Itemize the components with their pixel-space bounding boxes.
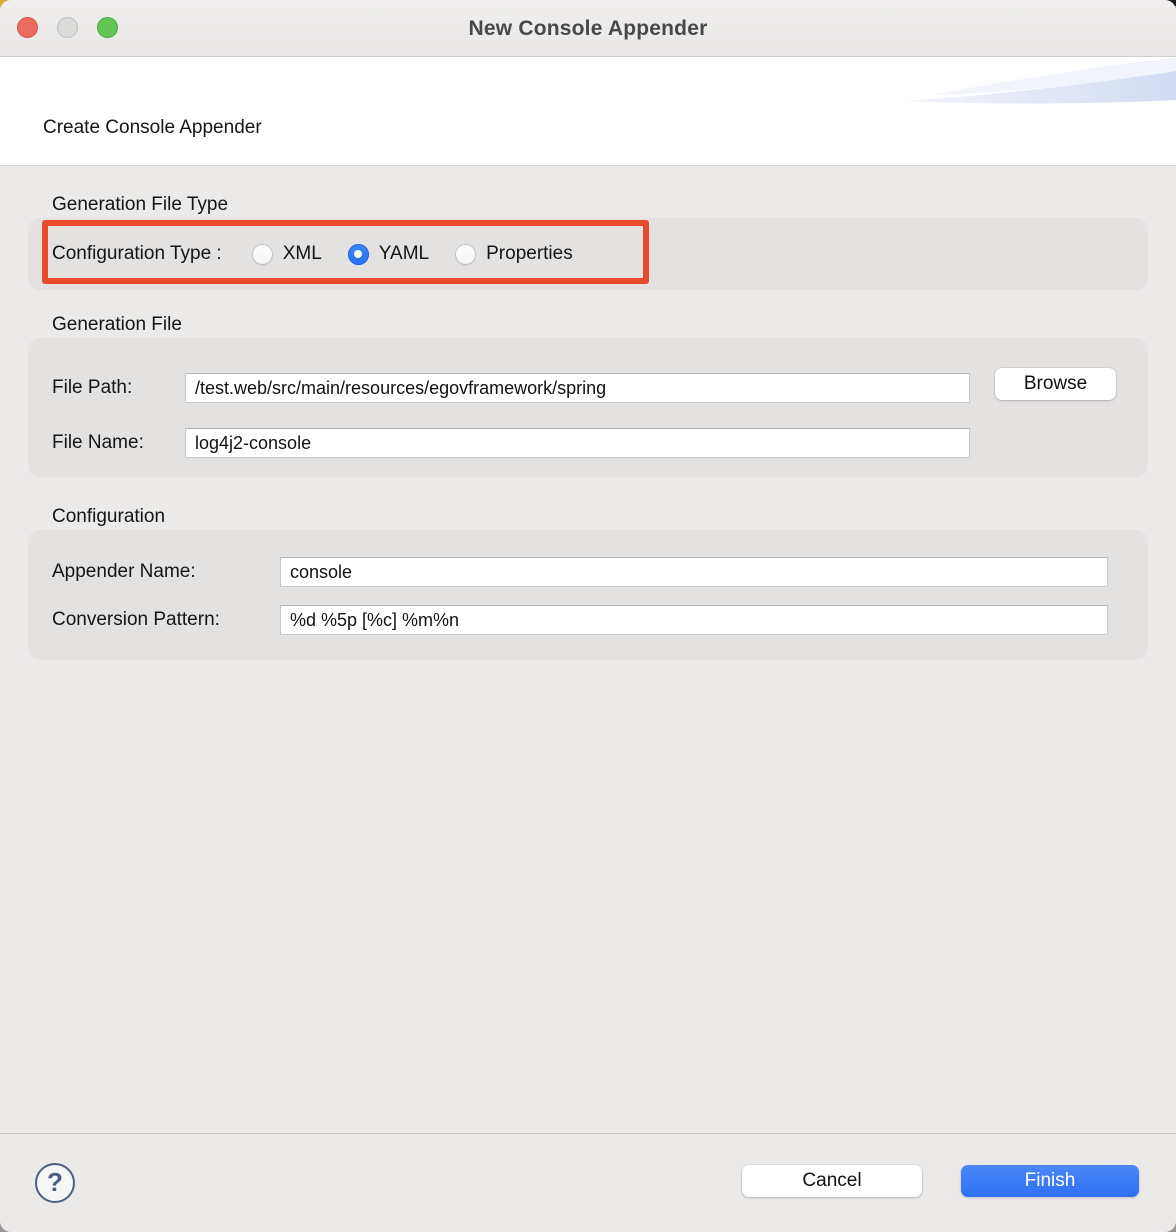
dialog-content: Generation File Type Configuration Type … [0, 166, 1176, 1133]
radio-option-xml[interactable]: XML [252, 243, 322, 265]
file-path-input[interactable] [185, 373, 970, 403]
generation-file-group: File Path: Browse File Name: [28, 338, 1148, 477]
configuration-type-label: Configuration Type : [52, 243, 222, 265]
question-mark-icon: ? [47, 1169, 63, 1195]
file-name-label: File Name: [52, 432, 144, 454]
xml-radio-label: XML [283, 243, 322, 265]
properties-radio-button[interactable] [455, 244, 476, 265]
xml-radio-button[interactable] [252, 244, 273, 265]
yaml-radio-label: YAML [379, 243, 429, 265]
section-heading-configuration: Configuration [52, 506, 165, 528]
banner-swoosh-decoration [876, 57, 1176, 165]
appender-name-label: Appender Name: [52, 561, 196, 583]
file-name-input[interactable] [185, 428, 970, 458]
finish-button[interactable]: Finish [961, 1165, 1139, 1197]
appender-name-input[interactable] [280, 557, 1108, 587]
dialog-button-bar: ? Cancel Finish [0, 1133, 1176, 1232]
titlebar: New Console Appender [0, 0, 1176, 57]
conversion-pattern-label: Conversion Pattern: [52, 609, 220, 631]
section-heading-file-type: Generation File Type [52, 194, 228, 216]
section-heading-generation-file: Generation File [52, 314, 182, 336]
window-title: New Console Appender [0, 0, 1176, 57]
radio-option-properties[interactable]: Properties [455, 243, 573, 265]
cancel-button[interactable]: Cancel [742, 1165, 922, 1197]
configuration-group: Appender Name: Conversion Pattern: [28, 530, 1148, 660]
browse-button[interactable]: Browse [995, 368, 1116, 400]
file-path-label: File Path: [52, 377, 132, 399]
yaml-radio-button[interactable] [348, 244, 369, 265]
conversion-pattern-input[interactable] [280, 605, 1108, 635]
wizard-banner: Create Console Appender [0, 57, 1176, 166]
configuration-type-radio-group: XML YAML Properties [252, 243, 573, 265]
configuration-type-row: Configuration Type : XML YAML Properties [28, 218, 1148, 290]
radio-option-yaml[interactable]: YAML [348, 243, 429, 265]
properties-radio-label: Properties [486, 243, 573, 265]
file-type-group: Configuration Type : XML YAML Properties [28, 218, 1148, 290]
new-console-appender-dialog: New Console Appender Create Console Appe… [0, 0, 1176, 1232]
help-button[interactable]: ? [35, 1163, 75, 1203]
wizard-page-title: Create Console Appender [43, 117, 262, 139]
